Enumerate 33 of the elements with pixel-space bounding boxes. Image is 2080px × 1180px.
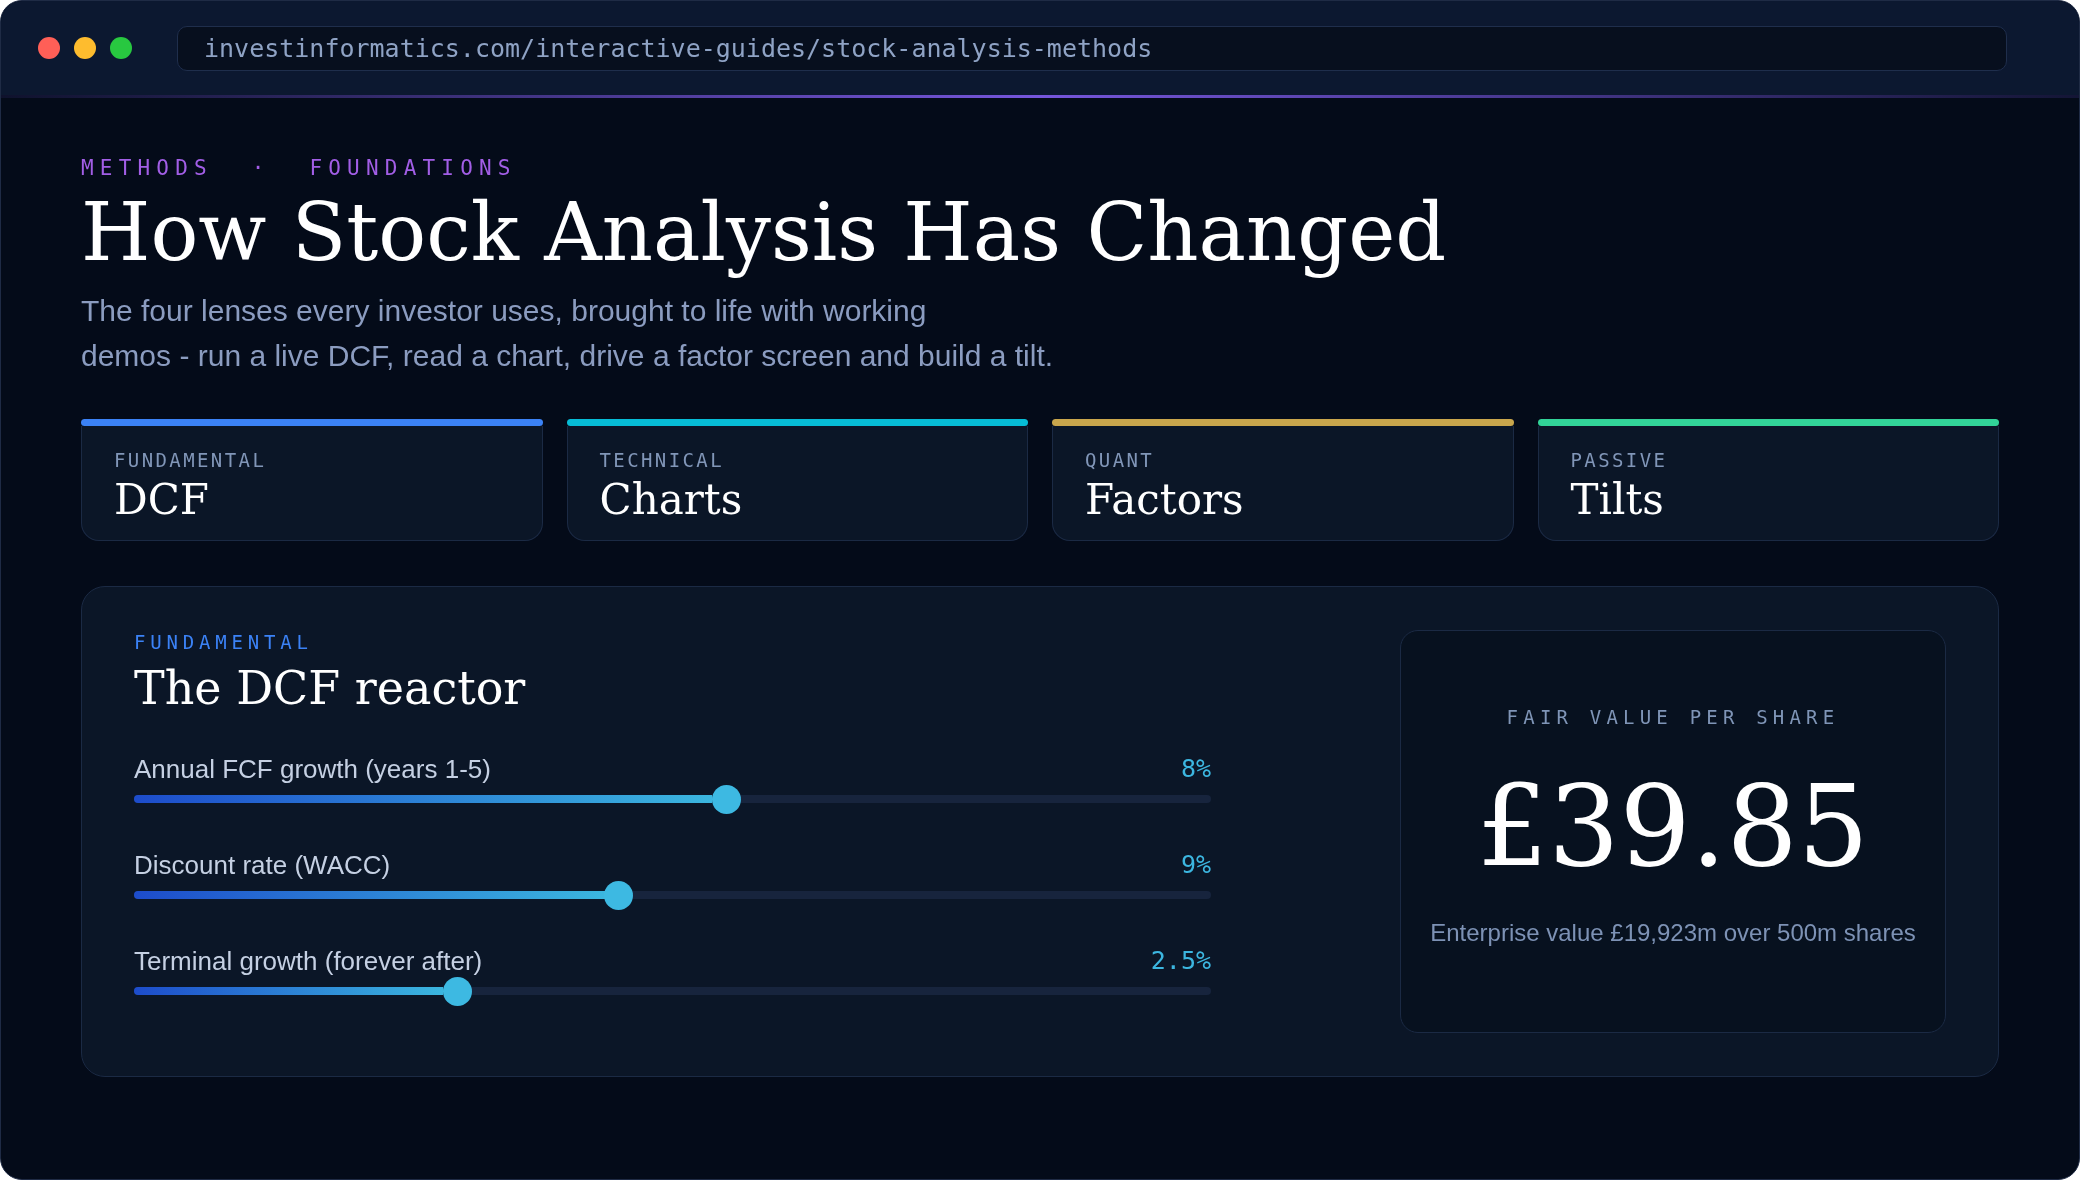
method-card[interactable]: TECHNICAL Charts <box>566 426 1028 541</box>
slider-reading: 2.5% <box>1150 946 1211 976</box>
slider-label: Terminal growth (forever after) <box>134 946 483 976</box>
method-card[interactable]: QUANT Factors <box>1052 426 1514 541</box>
result-note: Enterprise value £19,923m over 500m shares <box>1430 919 1916 947</box>
slider-label: Discount rate (WACC) <box>134 850 391 880</box>
panel-title: The DCF reactor <box>134 660 526 716</box>
card-category: TECHNICAL <box>599 448 725 472</box>
card-title: Tilts <box>1570 475 1664 525</box>
address-field[interactable]: investinformatics.com/interactive-guides/stock-analysis-methods <box>177 25 2007 71</box>
method-card[interactable]: FUNDAMENTAL DCF <box>81 426 543 541</box>
slider-reading: 8% <box>1180 754 1211 784</box>
result-label: FAIR VALUE PER SHARE <box>1506 705 1840 729</box>
page-title: How Stock Analysis Has Changed <box>81 189 1447 277</box>
page-subtitle: The four lenses every investor uses, brought to life with working demos - run a live DCF, read a chart, drive a factor screen and build a tilt. <box>81 293 1054 374</box>
maximize-icon[interactable] <box>110 37 132 59</box>
card-title: Factors <box>1085 475 1244 525</box>
panel-eyebrow: FUNDAMENTAL <box>134 630 313 654</box>
fair-value: £39.85 <box>1477 761 1869 891</box>
slider-reading: 9% <box>1180 850 1211 880</box>
card-title: DCF <box>114 475 209 525</box>
breadcrumb-text: METHODS · FOUNDATIONS <box>81 155 517 181</box>
slider-handle[interactable] <box>442 976 472 1006</box>
slider-handle[interactable] <box>604 880 634 910</box>
card-category: PASSIVE <box>1570 448 1668 472</box>
slider-handle[interactable] <box>711 784 741 814</box>
card-category: QUANT <box>1085 448 1155 472</box>
minimize-icon[interactable] <box>74 37 96 59</box>
slider-label: Annual FCF growth (years 1-5) <box>134 754 491 784</box>
close-icon[interactable] <box>38 37 60 59</box>
method-card[interactable]: PASSIVE Tilts <box>1537 426 1999 541</box>
card-title: Charts <box>599 475 743 525</box>
card-category: FUNDAMENTAL <box>114 448 267 472</box>
